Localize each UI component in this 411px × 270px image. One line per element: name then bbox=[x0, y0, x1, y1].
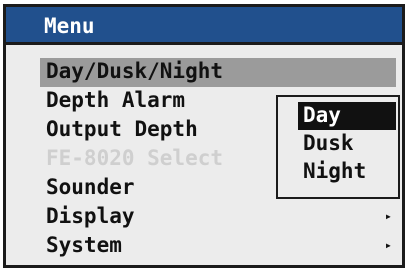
day-dusk-night-submenu: Day Dusk Night bbox=[276, 95, 400, 199]
submenu-option-dusk[interactable]: Dusk bbox=[298, 130, 396, 158]
submenu-option-night[interactable]: Night bbox=[298, 158, 396, 186]
menu-item-system[interactable]: System ▸ bbox=[40, 232, 396, 261]
menu-item-label: Day/Dusk/Night bbox=[46, 59, 224, 83]
menu-window: Menu Day/Dusk/Night Depth Alarm Output D… bbox=[3, 4, 405, 268]
menu-item-label: Depth Alarm bbox=[46, 88, 186, 112]
menu-title-bar: Menu bbox=[6, 7, 402, 45]
screen: Menu Day/Dusk/Night Depth Alarm Output D… bbox=[0, 0, 411, 270]
menu-item-label: Sounder bbox=[46, 175, 135, 199]
submenu-option-day[interactable]: Day bbox=[298, 102, 396, 130]
menu-item-label: Display bbox=[46, 204, 135, 228]
submenu-list: Day Dusk Night bbox=[278, 102, 398, 186]
menu-title: Menu bbox=[44, 14, 95, 38]
menu-item-display[interactable]: Display ▸ bbox=[40, 203, 396, 232]
submenu-arrow-icon: ▸ bbox=[384, 209, 392, 223]
menu-item-label: FE-8020 Select bbox=[46, 146, 224, 170]
menu-item-label: System bbox=[46, 233, 122, 257]
submenu-arrow-icon: ▸ bbox=[384, 238, 392, 252]
menu-item-day-dusk-night[interactable]: Day/Dusk/Night bbox=[40, 58, 396, 87]
menu-item-label: Output Depth bbox=[46, 117, 198, 141]
